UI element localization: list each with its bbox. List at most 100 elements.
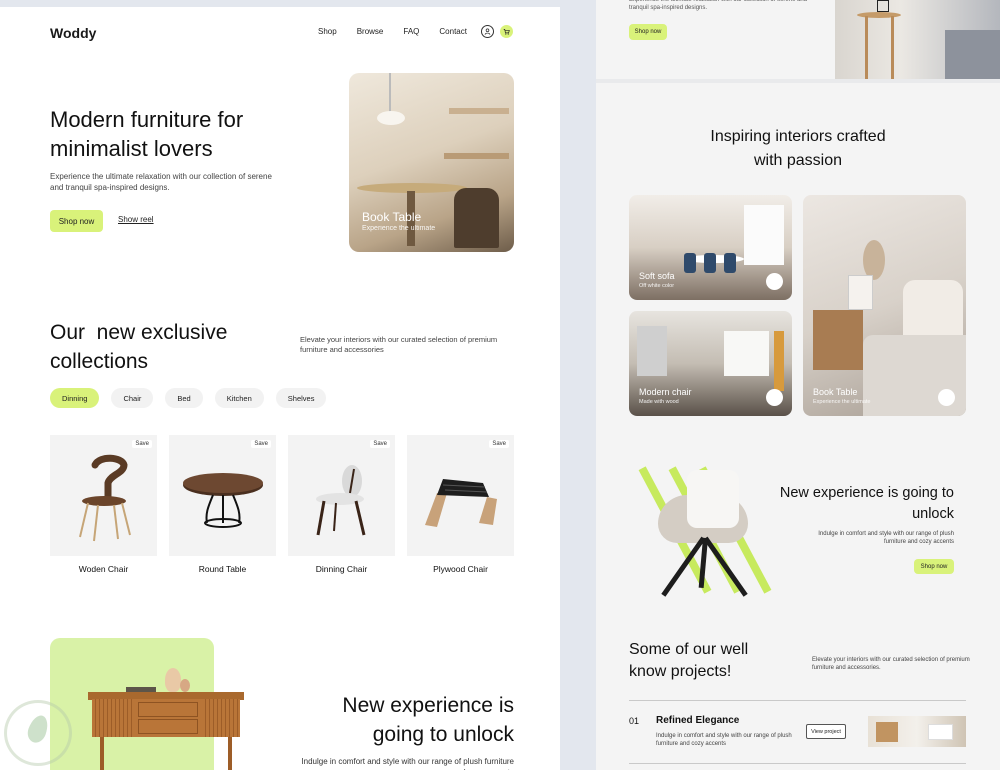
chair-shape: [704, 253, 716, 273]
card-subtitle: Made with wood: [639, 399, 679, 405]
stool-leg: [891, 16, 894, 79]
save-button[interactable]: Save: [489, 440, 509, 448]
nav-link-faq[interactable]: FAQ: [403, 27, 419, 36]
landing-page-left: Woddy Shop Browse FAQ Contact Modern fur…: [0, 7, 560, 770]
nav-links: Shop Browse FAQ Contact: [318, 27, 467, 36]
product-name: Round Table: [198, 564, 247, 574]
collections-description: Elevate your interiors with our curated …: [300, 335, 498, 354]
nav-link-shop[interactable]: Shop: [318, 27, 337, 36]
logo[interactable]: Woddy: [50, 25, 96, 41]
card-open-button[interactable]: [766, 273, 783, 290]
section-divider: [596, 79, 1000, 83]
product-image-woden-chair[interactable]: Save: [50, 435, 157, 556]
project-thumbnail[interactable]: [868, 716, 966, 747]
show-reel-link[interactable]: Show reel: [118, 215, 154, 224]
cart-icon[interactable]: [500, 25, 513, 38]
hero-description: Experience the ultimate relaxation with …: [50, 172, 272, 192]
hero-title: Modern furniture for minimalist lovers: [50, 107, 244, 161]
sideboard-drawer: [138, 702, 198, 717]
new-experience-title: New experience is going to unlock: [342, 694, 514, 746]
top-description: Experience the ultimate relaxation with …: [629, 0, 808, 11]
project-number: 01: [629, 716, 640, 726]
save-button[interactable]: Save: [132, 440, 152, 448]
project-text: Indulge in comfort and style with our ra…: [656, 733, 792, 747]
hero-image-title: Book Table: [362, 210, 422, 224]
product-name: Dinning Chair: [315, 564, 368, 574]
category-chip-bed[interactable]: Bed: [165, 388, 203, 408]
nav-link-contact[interactable]: Contact: [439, 27, 467, 36]
kitchen-shape: [637, 326, 667, 376]
inspiring-title: Inspiring interiors crafted with passion: [596, 125, 1000, 173]
card-title: Book Table: [813, 387, 858, 397]
new-experience-description-2: Indulge in comfort and style with our ra…: [818, 531, 954, 545]
pendant-lamp-cord: [389, 73, 391, 113]
wall-shelf: [449, 108, 509, 114]
product-card[interactable]: Save Plywood Chair: [407, 435, 514, 574]
category-chip-dinning[interactable]: Dinning: [50, 388, 100, 408]
sideboard-drawer: [138, 719, 198, 734]
dinning-chair-illustration: [316, 465, 366, 536]
card-open-button[interactable]: [766, 389, 783, 406]
interior-card-modern-chair[interactable]: Modern chair Made with wood: [629, 311, 792, 416]
product-image-round-table[interactable]: Save: [169, 435, 276, 556]
monitor-shape: [928, 724, 953, 740]
leaf-icon: [24, 712, 52, 746]
card-subtitle: Experience the ultimate: [813, 399, 871, 405]
stool-top: [857, 12, 901, 18]
product-name: Woden Chair: [78, 564, 129, 574]
watermark-seal: [4, 700, 72, 766]
product-grid: Save Woden Chair Save Round Table Save D…: [50, 435, 514, 574]
product-card[interactable]: Save Woden Chair: [50, 435, 157, 574]
sideboard-leg: [228, 737, 232, 770]
new-experience-title-2: New experience is going to unlock: [779, 485, 954, 522]
interior-card-soft-sofa[interactable]: Soft sofa Off white color: [629, 195, 792, 300]
project-row-divider: [629, 700, 966, 701]
picture-frame: [848, 275, 873, 310]
hero-image-book-table[interactable]: Book Table Experience the ultimate: [349, 73, 514, 252]
sideboard-leg: [100, 737, 104, 770]
window-shape: [724, 331, 769, 376]
hero-image-caption: Book Table Experience the ultimate: [362, 210, 435, 234]
sideboard-slats: [202, 699, 240, 737]
card-subtitle: Off white color: [639, 283, 675, 289]
save-button[interactable]: Save: [370, 440, 390, 448]
save-button[interactable]: Save: [251, 440, 271, 448]
vase-decoration: [165, 668, 181, 692]
card-title: Soft sofa: [639, 271, 675, 281]
new-experience-description: Indulge in comfort and style with our ra…: [301, 757, 514, 770]
curtain-shape: [774, 331, 784, 391]
category-filter: Dinning Chair Bed Kitchen Shelves: [50, 388, 327, 408]
nav-link-browse[interactable]: Browse: [357, 27, 384, 36]
product-image-plywood-chair[interactable]: Save: [407, 435, 514, 556]
product-name: Plywood Chair: [433, 564, 488, 574]
plywood-chair-illustration: [425, 479, 497, 527]
category-chip-kitchen[interactable]: Kitchen: [214, 388, 264, 408]
landing-page-right: Experience the ultimate relaxation with …: [596, 0, 1000, 770]
chair-shape: [724, 253, 736, 273]
sideboard-image: [92, 699, 240, 737]
stool-leg: [865, 16, 868, 79]
product-image-dinning-chair[interactable]: Save: [288, 435, 395, 556]
interior-card-book-table[interactable]: Book Table Experience the ultimate: [803, 195, 966, 416]
nightstand-shape: [813, 310, 863, 370]
hero-shop-now-button[interactable]: Shop now: [50, 210, 103, 232]
card-title: Modern chair: [639, 387, 692, 397]
view-project-button[interactable]: View project: [806, 724, 846, 739]
category-chip-chair[interactable]: Chair: [111, 388, 154, 408]
bed-shape: [945, 30, 1000, 79]
chair-shape: [454, 188, 499, 248]
product-card[interactable]: Save Round Table: [169, 435, 276, 574]
hero-image-subtitle: Experience the ultimate: [362, 225, 436, 232]
vase-decoration: [180, 679, 190, 692]
shelf-shape: [876, 722, 898, 742]
card-open-button[interactable]: [938, 389, 955, 406]
product-card[interactable]: Save Dinning Chair: [288, 435, 395, 574]
category-chip-shelves[interactable]: Shelves: [275, 388, 327, 408]
sideboard-slats: [92, 699, 132, 737]
lamp-shape: [877, 0, 889, 12]
user-icon[interactable]: [481, 25, 494, 38]
round-table-illustration: [183, 473, 263, 528]
top-nav: Woddy Shop Browse FAQ Contact: [50, 25, 514, 49]
new-experience-shop-now-button[interactable]: Shop now: [914, 559, 954, 574]
top-shop-now-button[interactable]: Shop now: [629, 24, 667, 40]
